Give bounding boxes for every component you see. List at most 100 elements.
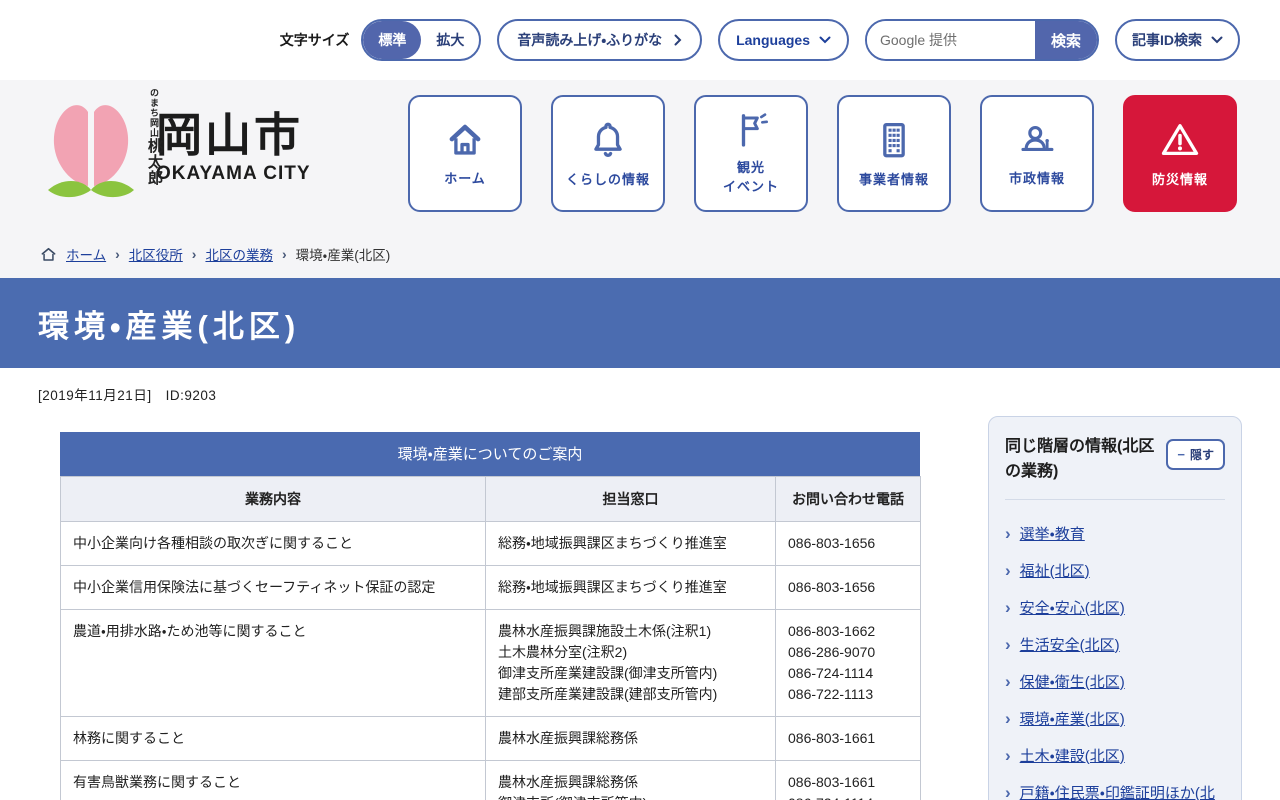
column-header-phone: お問い合わせ電話 [775, 476, 921, 522]
sidebar-link[interactable]: 生活安全(北区) [1020, 635, 1120, 656]
desk-cell: 総務・地域振興課区まちづくり推進室 [485, 565, 776, 610]
site-name-en: OKAYAMA CITY [156, 162, 311, 184]
chevron-right-icon: › [191, 246, 197, 262]
desk-cell: 農林水産振興課総務係 [485, 716, 776, 761]
nav-business-info-button[interactable]: 事業者情報 [837, 95, 951, 212]
logo-tagline: のまち岡山桃太郎 [146, 88, 163, 186]
main-content: [2019年11月21日] ID:9203 環境・産業についてのご案内 業務内容 … [0, 368, 1280, 800]
column-header-task: 業務内容 [60, 476, 486, 522]
phone-cell: 086-803-1661 [775, 716, 921, 761]
sidebar-link-item: › 福祉(北区) [1005, 561, 1225, 582]
chevron-right-icon: › [1005, 523, 1011, 543]
flag-icon [729, 110, 773, 150]
article-id-search-dropdown[interactable]: 記事ID検索 [1115, 19, 1240, 61]
breadcrumb-home-link[interactable]: ホーム [66, 244, 106, 264]
font-size-enlarge-button[interactable]: 拡大 [421, 21, 479, 59]
person-desk-icon [1014, 119, 1060, 161]
nav-home-button[interactable]: ホーム [408, 95, 522, 212]
publish-date: [2019年11月21日] [38, 388, 152, 403]
sidebar-link-item: › 選挙・教育 [1005, 524, 1225, 545]
search-button[interactable]: 検索 [1035, 21, 1097, 59]
chevron-right-icon: › [1005, 634, 1011, 654]
chevron-right-icon: › [1005, 745, 1011, 765]
sidebar-link-item: › 生活安全(北区) [1005, 635, 1225, 656]
chevron-right-icon [674, 34, 682, 46]
site-name: 岡山市 [156, 109, 303, 162]
main-navigation: ホーム くらしの情報 観光 イベント 事業者情報 市政情報 防災情報 [408, 95, 1237, 212]
sidebar-link[interactable]: 環境・産業(北区) [1020, 709, 1125, 730]
sidebar-link-item: › 保健・衛生(北区) [1005, 672, 1225, 693]
chevron-right-icon: › [1005, 597, 1011, 617]
chevron-right-icon: › [115, 246, 120, 262]
sidebar-link[interactable]: 土木・建設(北区) [1020, 746, 1125, 767]
sidebar-link[interactable]: 安全・安心(北区) [1020, 598, 1125, 619]
table-row: 農道・用排水路・ため池等に関すること 農林水産振興課施設土木係(注釈1) 土木農… [60, 609, 921, 717]
sidebar-link-item: › 土木・建設(北区) [1005, 746, 1225, 767]
desk-cell: 総務・地域振興課区まちづくり推進室 [485, 521, 776, 566]
task-cell: 中小企業向け各種相談の取次ぎに関すること [60, 521, 486, 566]
font-size-toggle: 標準 拡大 [361, 19, 482, 61]
sidebar-link[interactable]: 保健・衛生(北区) [1020, 672, 1125, 693]
warning-icon [1156, 118, 1204, 162]
font-size-standard-button[interactable]: 標準 [363, 21, 422, 59]
languages-dropdown[interactable]: Languages [718, 19, 849, 61]
building-icon [872, 118, 916, 162]
phone-cell: 086-803-1661 086-724-1114 086-722-1113 [775, 760, 921, 800]
phone-cell: 086-803-1656 [775, 521, 921, 566]
speech-furigana-label: 音声読み上げ・ふりがな [517, 32, 663, 48]
breadcrumb: ホーム › 北区役所 › 北区の業務 › 環境・産業(北区) [40, 244, 390, 264]
breadcrumb-kita-ward-office-link[interactable]: 北区役所 [129, 244, 183, 264]
chevron-right-icon: › [281, 246, 287, 262]
sidebar-link-item: › 戸籍・住民票・印鑑証明ほか(北区) [1005, 783, 1225, 800]
site-logo[interactable]: のまち岡山桃太郎 岡山市 OKAYAMA CITY [38, 88, 311, 205]
phone-cell: 086-803-1656 [775, 565, 921, 610]
table-row: 中小企業向け各種相談の取次ぎに関すること 総務・地域振興課区まちづくり推進室 0… [60, 521, 921, 566]
chevron-right-icon: › [1005, 560, 1011, 580]
sidebar-link[interactable]: 選挙・教育 [1020, 524, 1085, 545]
sidebar-link[interactable]: 福祉(北区) [1020, 561, 1090, 582]
site-search: 検索 [865, 19, 1099, 61]
sidebar-link-item: › 安全・安心(北区) [1005, 598, 1225, 619]
nav-city-government-button[interactable]: 市政情報 [980, 95, 1094, 212]
nav-tourism-events-button[interactable]: 観光 イベント [694, 95, 808, 212]
article-id: ID:9203 [165, 388, 217, 403]
phone-cell: 086-803-1662 086-286-9070 086-724-1114 0… [775, 609, 921, 717]
hide-button[interactable]: − 隠す [1166, 439, 1225, 470]
minus-icon: − [1177, 447, 1185, 462]
chevron-right-icon: › [1005, 671, 1011, 691]
bell-icon [586, 118, 630, 162]
nav-disaster-info-button[interactable]: 防災情報 [1123, 95, 1237, 212]
breadcrumb-kita-ward-duties-link[interactable]: 北区の業務 [205, 244, 273, 264]
task-cell: 有害鳥獣業務に関すること [60, 760, 486, 800]
table-row: 中小企業信用保険法に基づくセーフティネット保証の認定 総務・地域振興課区まちづく… [60, 565, 921, 610]
task-cell: 中小企業信用保険法に基づくセーフティネット保証の認定 [60, 565, 486, 610]
chevron-right-icon: › [1005, 708, 1011, 728]
chevron-down-icon [819, 36, 831, 44]
desk-cell: 農林水産振興課総務係 御津支所(御津支所管内) 建部支所(建部支所管内) [485, 760, 776, 800]
task-cell: 農道・用排水路・ため池等に関すること [60, 609, 486, 717]
table-row: 林務に関すること 農林水産振興課総務係 086-803-1661 [60, 716, 921, 761]
top-utility-bar: 文字サイズ 標準 拡大 音声読み上げ・ふりがな Languages 検索 記事I… [0, 0, 1280, 80]
chevron-right-icon: › [1005, 782, 1011, 800]
sidebar-title: 同じ階層の情報(北区の業務) [1005, 438, 1155, 480]
nav-living-info-button[interactable]: くらしの情報 [551, 95, 665, 212]
sidebar-link[interactable]: 戸籍・住民票・印鑑証明ほか(北区) [1020, 783, 1225, 800]
page-title: 環境・産業(北区) [38, 308, 301, 344]
sidebar-link-list: › 選挙・教育 › 福祉(北区) › 安全・安心(北区) › 生活安全(北区) … [1005, 500, 1225, 800]
page-title-banner: 環境・産業(北区) [0, 278, 1280, 368]
task-cell: 林務に関すること [60, 716, 486, 761]
table-row: 有害鳥獣業務に関すること 農林水産振興課総務係 御津支所(御津支所管内) 建部支… [60, 760, 921, 800]
article-id-search-label: 記事ID検索 [1132, 32, 1202, 48]
font-size-label: 文字サイズ [279, 32, 350, 48]
site-header: のまち岡山桃太郎 岡山市 OKAYAMA CITY ホーム くらしの情報 観光 … [0, 80, 1280, 278]
chevron-down-icon [1211, 36, 1223, 44]
breadcrumb-current-page: 環境・産業(北区) [295, 248, 391, 263]
search-input[interactable] [867, 21, 1035, 59]
article-meta: [2019年11月21日] ID:9203 [38, 384, 942, 404]
peach-logo-icon: のまち岡山桃太郎 [38, 88, 163, 205]
speech-furigana-button[interactable]: 音声読み上げ・ふりがな [497, 19, 703, 61]
column-header-desk: 担当窓口 [485, 476, 776, 522]
desk-cell: 農林水産振興課施設土木係(注釈1) 土木農林分室(注釈2) 御津支所産業建設課(… [485, 609, 776, 717]
table-caption: 環境・産業についてのご案内 [60, 432, 920, 476]
home-icon [40, 247, 57, 262]
